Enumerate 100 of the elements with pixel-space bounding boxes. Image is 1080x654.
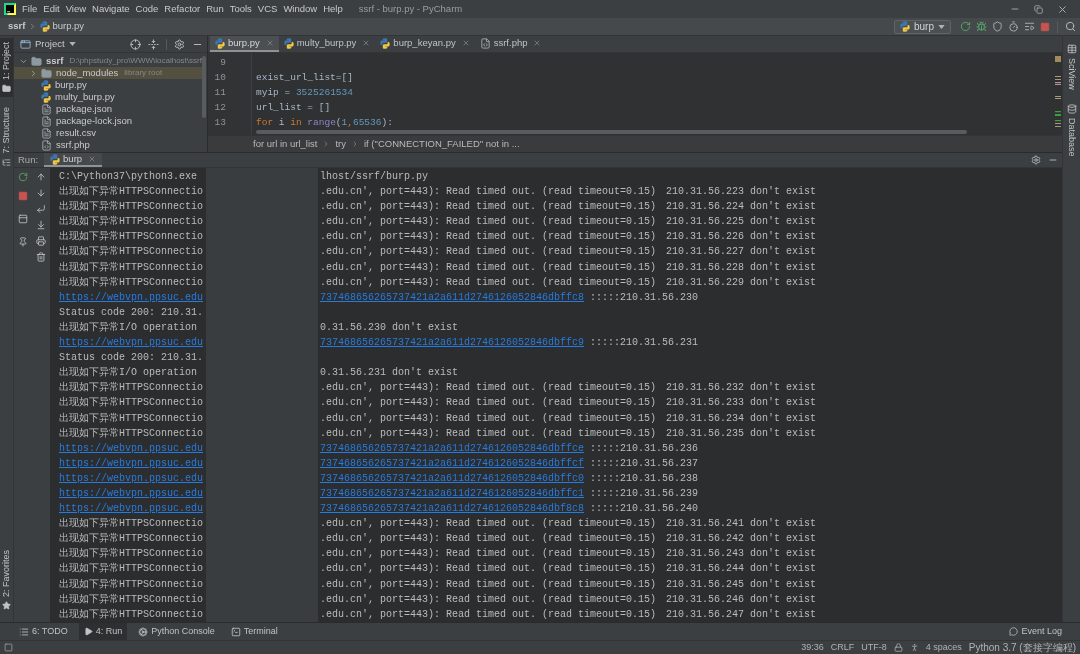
tree-item[interactable]: ssrf.php xyxy=(14,139,202,151)
tool-window-tab[interactable]: Terminal xyxy=(225,623,283,640)
breadcrumb[interactable]: ssrf xyxy=(8,19,26,34)
close-icon[interactable] xyxy=(88,155,97,163)
tool-window-tab[interactable]: 6: TODO xyxy=(14,623,73,640)
shield-icon[interactable] xyxy=(992,21,1003,32)
console-text: lhost/ssrf/burp.py xyxy=(320,170,429,184)
tool-window-tab[interactable]: 4: Run xyxy=(78,623,128,640)
menu-item[interactable]: View xyxy=(65,3,87,15)
arrow-down-icon[interactable] xyxy=(36,188,46,198)
link[interactable]: https://webvpn.ppsuc.edu xyxy=(59,501,204,517)
bug-icon[interactable] xyxy=(976,21,987,32)
link[interactable]: 737468656265737421a2a611d2746126052846dbffc0 xyxy=(320,470,585,486)
collapse-icon[interactable] xyxy=(148,38,159,50)
refresh-icon[interactable] xyxy=(960,21,971,32)
close-icon[interactable] xyxy=(1057,3,1068,15)
menu-item[interactable]: Edit xyxy=(43,3,60,15)
menu-item[interactable]: Run xyxy=(206,3,224,15)
refresh-icon[interactable] xyxy=(18,172,28,182)
square-icon[interactable] xyxy=(4,643,13,652)
file-encoding[interactable]: UTF-8 xyxy=(861,640,887,654)
restore-icon[interactable] xyxy=(1034,4,1043,14)
lock-icon[interactable] xyxy=(893,643,903,652)
close-icon[interactable] xyxy=(362,39,371,47)
horizontal-scrollbar[interactable] xyxy=(256,130,967,134)
tool-window-tab[interactable]: 7: Structure xyxy=(0,103,13,171)
editor-tab[interactable]: burp_keyan.py xyxy=(375,36,475,52)
settings-icon[interactable] xyxy=(174,38,185,50)
tool-window-tab[interactable]: 1: Project xyxy=(0,38,13,98)
link[interactable]: https://webvpn.ppsuc.edu xyxy=(59,440,204,456)
menu-item[interactable]: File xyxy=(22,3,38,15)
link[interactable]: 737468656265737421a2a611d2746126052846dbffc9 xyxy=(320,335,585,351)
tree-item[interactable]: burp.py xyxy=(14,79,202,91)
line-number: 11 xyxy=(213,86,226,101)
settings-icon[interactable] xyxy=(1031,155,1041,165)
link[interactable]: https://webvpn.ppsuc.edu xyxy=(59,455,204,471)
menu-item[interactable]: Window xyxy=(283,3,318,15)
person-icon[interactable] xyxy=(909,643,919,652)
link[interactable]: https://webvpn.ppsuc.edu xyxy=(59,470,204,486)
menu-item[interactable]: Help xyxy=(323,3,343,15)
menu-item[interactable]: Tools xyxy=(229,3,252,15)
interpreter-selector[interactable]: Python 3.7 (套接字编程) xyxy=(968,640,1076,654)
return-arrow-icon[interactable] xyxy=(36,204,46,214)
project-view-dropdown[interactable]: Project xyxy=(35,36,76,52)
close-icon[interactable] xyxy=(461,39,470,47)
link[interactable]: 737468656265737421a2a611d2746126052846dbffcf xyxy=(320,455,585,471)
trash-icon[interactable] xyxy=(36,252,46,262)
tree-item[interactable]: node_modules library root xyxy=(14,67,202,79)
console-text: 210.31.56.226 don't exist xyxy=(666,230,817,245)
console-text: .edu.cn', port=443): Read timed out. (read timeout=0.15) xyxy=(320,245,657,260)
link[interactable]: https://webvpn.ppsuc.edu xyxy=(59,289,204,305)
link[interactable]: 737468656265737421a2a611d2746126052846dbffc8 xyxy=(320,289,585,305)
link[interactable]: 737468656265737421a2a611d2746126052846dbffc1 xyxy=(320,485,585,502)
stop-icon[interactable] xyxy=(18,191,28,201)
layout-icon[interactable] xyxy=(18,214,28,224)
breadcrumb[interactable]: if ("CONNECTION_FAILED" not in ... xyxy=(364,136,520,152)
search-icon[interactable] xyxy=(1065,21,1076,32)
breadcrumb[interactable]: try xyxy=(335,136,346,152)
editor-tab[interactable]: multy_burp.py xyxy=(278,36,376,52)
arrow-up-icon[interactable] xyxy=(36,172,46,182)
menu-item[interactable]: Refactor xyxy=(164,3,201,15)
run-configuration-dropdown[interactable]: burp xyxy=(894,19,951,34)
crosshair-icon[interactable] xyxy=(130,38,141,50)
tool-window-tab[interactable]: 2: Favorites xyxy=(0,545,13,614)
tree-item[interactable]: package-lock.json xyxy=(14,115,202,127)
tree-item[interactable]: result.csv xyxy=(14,127,202,139)
close-icon[interactable] xyxy=(533,39,542,47)
tree-item[interactable]: ssrf D:\phpstudy_pro\WWW\localhost\ssrf xyxy=(14,55,202,67)
tree-item[interactable]: package.json xyxy=(14,103,202,115)
cursor-position[interactable]: 39:36 xyxy=(801,640,824,654)
tool-window-tab[interactable]: Python Console xyxy=(133,623,220,640)
tool-window-tab[interactable]: SciView xyxy=(1065,40,1078,94)
link[interactable]: 737468656265737421a2a611d2746126052846dbf8c8 xyxy=(320,501,585,517)
console-text: :::::210.31.56.230 xyxy=(590,290,699,305)
menu-item[interactable]: VCS xyxy=(257,3,278,15)
indent-setting[interactable]: 4 spaces xyxy=(925,640,962,654)
list-play-icon[interactable] xyxy=(1024,21,1035,32)
close-icon[interactable] xyxy=(265,39,274,47)
breadcrumb[interactable]: burp.py xyxy=(40,19,85,34)
line-separator[interactable]: CRLF xyxy=(830,640,855,654)
tree-item[interactable]: multy_burp.py xyxy=(14,91,202,103)
menu-item[interactable]: Navigate xyxy=(92,3,130,15)
script-file-icon xyxy=(283,37,294,49)
menu-item[interactable]: Code xyxy=(135,3,159,15)
arrow-down-to-line-icon[interactable] xyxy=(36,220,46,230)
run-tab[interactable]: burp xyxy=(44,153,103,167)
pin-icon[interactable] xyxy=(18,237,28,247)
breadcrumb[interactable]: for url in url_list xyxy=(253,136,318,152)
link[interactable]: https://webvpn.ppsuc.edu xyxy=(59,485,204,502)
link[interactable]: 737468656265737421a2a611d2746126052846dbffce xyxy=(320,440,585,456)
editor-tab[interactable]: ssrf.php xyxy=(474,36,547,52)
event-log-button[interactable]: Event Log xyxy=(1009,623,1062,640)
link[interactable]: https://webvpn.ppsuc.edu xyxy=(59,335,204,351)
editor-tab[interactable]: burp.py xyxy=(210,36,279,52)
stop-icon[interactable] xyxy=(1040,21,1050,32)
tool-window-tab[interactable]: Database xyxy=(1065,99,1078,161)
folder-icon xyxy=(41,67,52,79)
timer-icon[interactable] xyxy=(1008,21,1019,32)
printer-icon[interactable] xyxy=(36,236,46,246)
console-text: .edu.cn', port=443): Read timed out. (read timeout=0.15) xyxy=(320,200,657,215)
